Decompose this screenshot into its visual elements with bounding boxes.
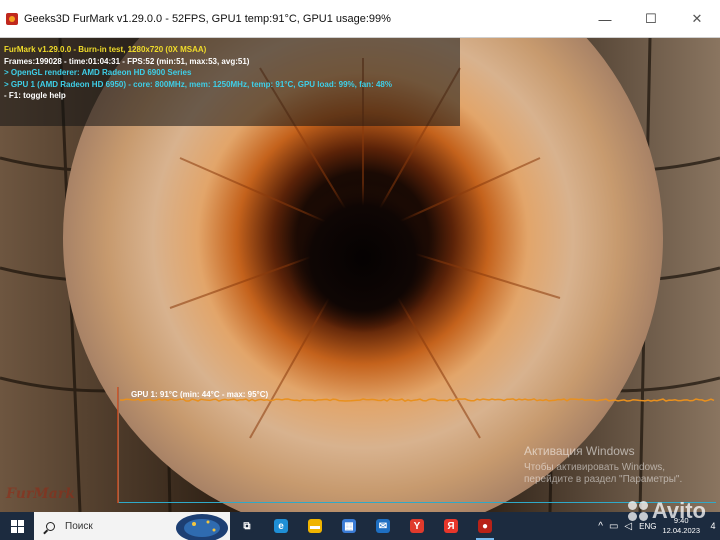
taskbar-apps: ⧉ e ▬ ▦ ✉ Y Я ●: [230, 512, 502, 540]
avito-logo-icon: [627, 501, 648, 521]
mail-button[interactable]: ✉: [366, 512, 400, 540]
notification-center-button[interactable]: 4: [706, 512, 720, 540]
clock-date: 12.04.2023: [662, 526, 700, 535]
search-highlight-art: [176, 514, 228, 540]
render-viewport[interactable]: FurMark v1.29.0.0 - Burn-in test, 1280x7…: [0, 38, 720, 512]
maximize-button[interactable]: ☐: [628, 0, 674, 38]
furmark-icon: ●: [478, 519, 492, 533]
temperature-graph-line: [117, 387, 715, 503]
taskbar-search[interactable]: Поиск: [34, 512, 230, 540]
yandex-icon: Я: [444, 519, 458, 533]
yandex-button[interactable]: Я: [434, 512, 468, 540]
activation-watermark-line2: перейдите в раздел "Параметры".: [524, 474, 683, 485]
search-icon: [46, 521, 55, 531]
avito-watermark: Avito: [627, 498, 706, 524]
furmark-taskbar-button[interactable]: ●: [468, 512, 502, 540]
activation-watermark-title: Активация Windows: [524, 444, 635, 458]
avito-watermark-text: Avito: [651, 498, 706, 523]
temperature-graph-label: GPU 1: 91°C (min: 44°C - max: 95°C): [131, 390, 269, 399]
yandex-browser-button[interactable]: Y: [400, 512, 434, 540]
window-title-bar[interactable]: Geeks3D FurMark v1.29.0.0 - 52FPS, GPU1 …: [0, 0, 720, 38]
furmark-logo: FurMark: [6, 486, 75, 502]
minimize-button[interactable]: —: [582, 0, 628, 38]
start-button[interactable]: [0, 512, 34, 540]
search-placeholder: Поиск: [65, 520, 93, 532]
notification-count: 4: [710, 521, 716, 531]
activation-watermark-text: Чтобы активировать Windows, перейдите в …: [524, 462, 682, 486]
close-button[interactable]: ✕: [674, 0, 720, 38]
file-explorer-button[interactable]: ▬: [298, 512, 332, 540]
store-button[interactable]: ▦: [332, 512, 366, 540]
tray-overflow-chevron-icon[interactable]: ^: [598, 521, 603, 532]
folder-icon: ▬: [308, 519, 322, 533]
window-controls: — ☐ ✕: [582, 0, 720, 38]
window-title: Geeks3D FurMark v1.29.0.0 - 52FPS, GPU1 …: [24, 12, 391, 25]
furmark-app-icon: [6, 12, 18, 25]
task-view-button[interactable]: ⧉: [230, 512, 264, 540]
windows-logo-icon: [10, 519, 24, 533]
store-icon: ▦: [342, 519, 356, 533]
activation-watermark-line1: Чтобы активировать Windows,: [524, 462, 666, 473]
network-icon[interactable]: ▭: [609, 521, 618, 532]
edge-button[interactable]: e: [264, 512, 298, 540]
yandex-browser-icon: Y: [410, 519, 424, 533]
edge-icon: e: [274, 519, 288, 533]
mail-icon: ✉: [376, 519, 390, 533]
taskbar: Поиск ⧉ e ▬ ▦ ✉ Y Я ● ^ ▭ ◁ ENG 9:40 12.…: [0, 512, 720, 540]
task-view-icon: ⧉: [240, 519, 254, 533]
